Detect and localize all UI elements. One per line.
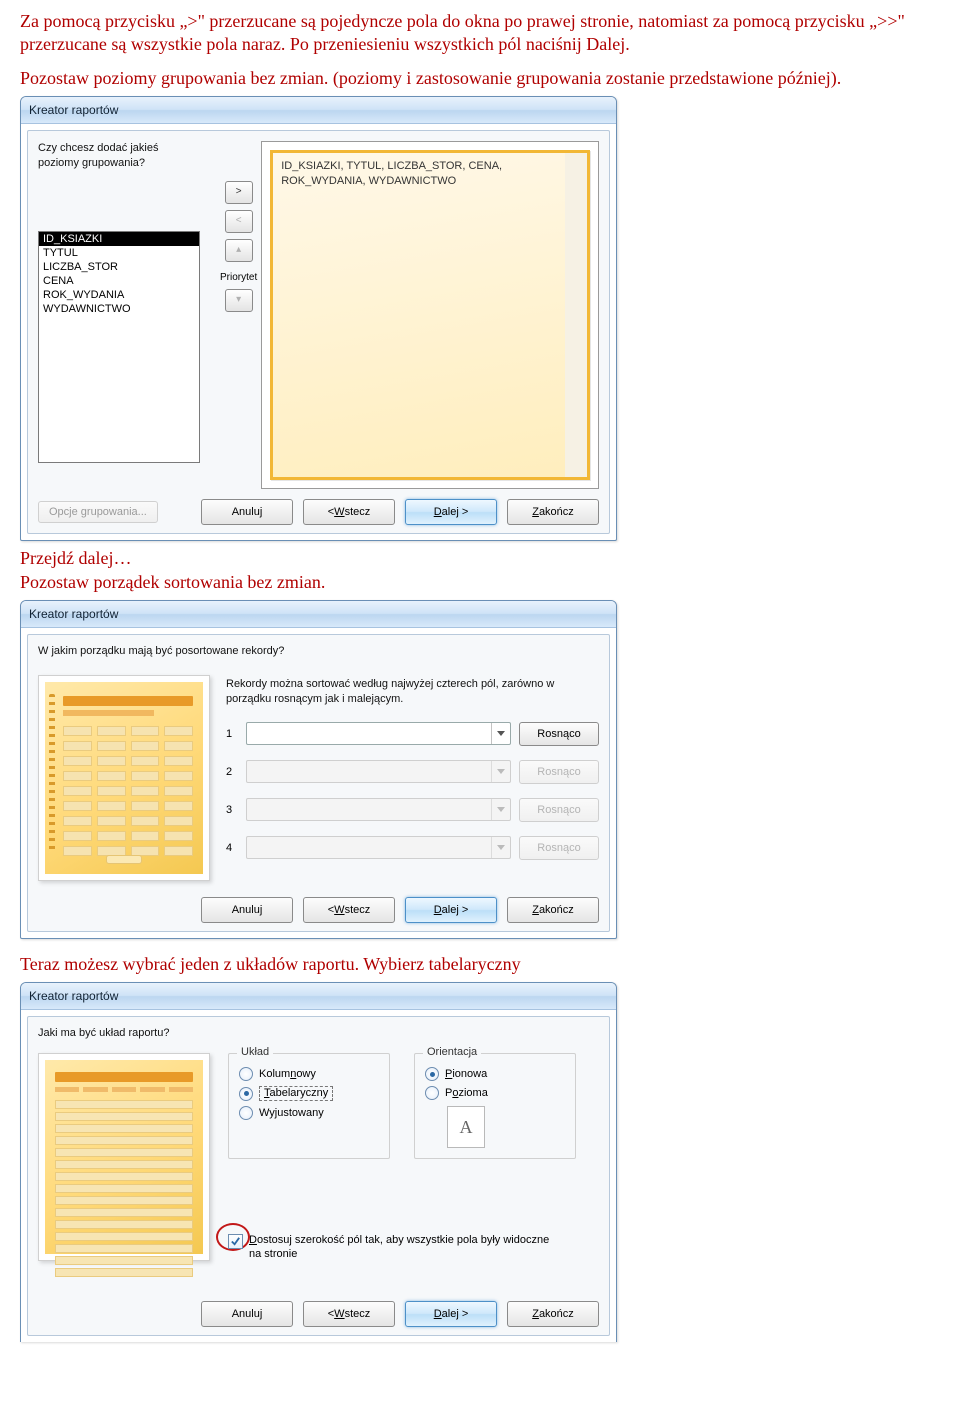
orientation-group: Orientacja Pionowa Pozioma A	[414, 1053, 576, 1159]
next-button[interactable]: Dalej >	[405, 897, 497, 923]
wizard-dialog-grouping: Kreator raportów Czy chcesz dodać jakieś…	[20, 96, 617, 541]
next-button[interactable]: Dalej >	[405, 1301, 497, 1327]
priority-down-button[interactable]: ▾	[225, 289, 253, 312]
sort-row-number: 4	[226, 842, 238, 854]
add-grouping-button[interactable]: >	[225, 181, 253, 204]
instruction-paragraph-3a: Przejdź dalej…	[20, 547, 940, 570]
back-button[interactable]: < Wstecz	[303, 1301, 395, 1327]
sort-row-number: 1	[226, 728, 238, 740]
back-button[interactable]: < Wstecz	[303, 499, 395, 525]
sort-row-number: 3	[226, 804, 238, 816]
dialog-title: Kreator raportów	[29, 103, 118, 117]
layout-radio-tabular[interactable]: Tabelaryczny	[239, 1086, 379, 1101]
wizard-dialog-layout: Kreator raportów Jaki ma być układ rapor…	[20, 982, 617, 1342]
finish-button[interactable]: Zakończ	[507, 897, 599, 923]
cancel-button[interactable]: Anuluj	[201, 499, 293, 525]
chevron-right-icon: >	[236, 186, 242, 197]
sort-row-number: 2	[226, 766, 238, 778]
next-button[interactable]: Dalej >	[405, 499, 497, 525]
instruction-paragraph-4: Teraz możesz wybrać jeden z układów rapo…	[20, 953, 940, 976]
fit-width-checkbox[interactable]: Dostosuj szerokość pól tak, aby wszystki…	[228, 1233, 558, 1262]
sort-order-4-button: Rosnąco	[519, 836, 599, 860]
sort-thumbnail	[38, 675, 210, 881]
instruction-paragraph-1: Za pomocą przycisku „>" przerzucane są p…	[20, 10, 940, 57]
dialog-titlebar[interactable]: Kreator raportów	[21, 983, 616, 1010]
priority-up-button[interactable]: ▴	[225, 239, 253, 262]
preview-fields-line2: ROK_WYDANIA, WYDAWNICTWO	[281, 174, 579, 189]
priority-label: Priorytet	[220, 272, 257, 283]
finish-button[interactable]: Zakończ	[507, 499, 599, 525]
list-item[interactable]: CENA	[39, 274, 199, 288]
back-button[interactable]: < Wstecz	[303, 897, 395, 923]
dialog-title: Kreator raportów	[29, 607, 118, 621]
grouping-preview: ID_KSIAZKI, TYTUL, LICZBA_STOR, CENA, RO…	[261, 141, 599, 489]
arrow-up-icon: ▴	[236, 244, 241, 255]
sort-order-2-button: Rosnąco	[519, 760, 599, 784]
orientation-radio-portrait[interactable]: Pionowa	[425, 1067, 565, 1081]
arrow-down-icon: ▾	[236, 294, 241, 305]
dialog-titlebar[interactable]: Kreator raportów	[21, 601, 616, 628]
sort-field-2-combo[interactable]	[246, 760, 511, 783]
chevron-left-icon: <	[236, 215, 242, 226]
list-item[interactable]: ID_KSIAZKI	[39, 232, 199, 246]
radio-icon	[239, 1067, 253, 1081]
wizard-question: Czy chcesz dodać jakieś poziomy grupowan…	[38, 141, 198, 171]
list-item[interactable]: WYDAWNICTWO	[39, 302, 199, 316]
chevron-down-icon	[497, 807, 505, 812]
layout-group: Układ Kolumnowy Tabelaryczny Wyjustowany	[228, 1053, 390, 1159]
chevron-down-icon	[497, 769, 505, 774]
list-item[interactable]: TYTUL	[39, 246, 199, 260]
sort-description: Rekordy można sortować według najwyżej c…	[226, 677, 599, 708]
list-item[interactable]: LICZBA_STOR	[39, 260, 199, 274]
sort-field-1-combo[interactable]	[246, 722, 511, 745]
radio-icon	[239, 1106, 253, 1120]
sort-order-1-button[interactable]: Rosnąco	[519, 722, 599, 746]
orientation-preview-icon: A	[447, 1106, 485, 1148]
orientation-radio-landscape[interactable]: Pozioma	[425, 1086, 565, 1100]
sort-field-4-combo[interactable]	[246, 836, 511, 859]
list-item[interactable]: ROK_WYDANIA	[39, 288, 199, 302]
checkbox-icon	[228, 1234, 243, 1249]
group-label: Orientacja	[423, 1046, 481, 1058]
radio-icon	[425, 1067, 439, 1081]
sort-field-3-combo[interactable]	[246, 798, 511, 821]
finish-button[interactable]: Zakończ	[507, 1301, 599, 1327]
remove-grouping-button[interactable]: <	[225, 210, 253, 233]
group-label: Układ	[237, 1046, 273, 1058]
wizard-dialog-sorting: Kreator raportów W jakim porządku mają b…	[20, 600, 617, 939]
fields-listbox[interactable]: ID_KSIAZKI TYTUL LICZBA_STOR CENA ROK_WY…	[38, 231, 200, 463]
chevron-down-icon	[497, 845, 505, 850]
grouping-options-button[interactable]: Opcje grupowania...	[38, 501, 158, 523]
dialog-title: Kreator raportów	[29, 989, 118, 1003]
sort-order-3-button: Rosnąco	[519, 798, 599, 822]
layout-radio-justified[interactable]: Wyjustowany	[239, 1106, 379, 1120]
layout-radio-columnar[interactable]: Kolumnowy	[239, 1067, 379, 1081]
wizard-question: W jakim porządku mają być posortowane re…	[38, 645, 599, 657]
cancel-button[interactable]: Anuluj	[201, 897, 293, 923]
layout-thumbnail	[38, 1053, 210, 1261]
instruction-paragraph-3b: Pozostaw porządek sortowania bez zmian.	[20, 571, 940, 594]
chevron-down-icon	[497, 731, 505, 736]
radio-icon	[239, 1087, 253, 1101]
instruction-paragraph-2: Pozostaw poziomy grupowania bez zmian. (…	[20, 67, 940, 90]
cancel-button[interactable]: Anuluj	[201, 1301, 293, 1327]
radio-icon	[425, 1086, 439, 1100]
dialog-titlebar[interactable]: Kreator raportów	[21, 97, 616, 124]
preview-fields-line1: ID_KSIAZKI, TYTUL, LICZBA_STOR, CENA,	[281, 159, 579, 174]
wizard-question: Jaki ma być układ raportu?	[38, 1027, 599, 1039]
